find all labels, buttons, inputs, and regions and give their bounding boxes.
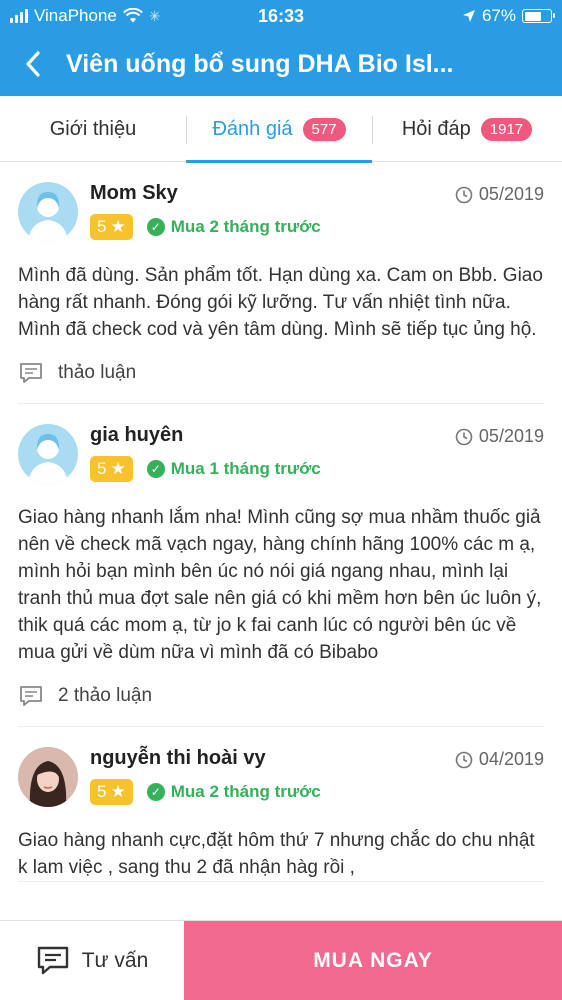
user-silhouette-icon: [28, 434, 68, 484]
review-date: 04/2019: [455, 749, 544, 770]
clock-icon: [455, 751, 473, 768]
reviewer-name: gia huyên: [90, 424, 184, 446]
verified-text: Mua 2 tháng trước: [170, 782, 321, 801]
rating-value: 5: [97, 459, 107, 478]
avatar[interactable]: [18, 424, 78, 484]
tab-bar: Giới thiệu Đánh giá 577 Hỏi đáp 1917: [0, 96, 562, 163]
review-header: nguyễn thi hoài vy 5 ★ ✓ Mua 2 tháng trư…: [18, 747, 544, 813]
buy-now-button[interactable]: MUA NGAY: [184, 921, 562, 1000]
status-left: VinaPhone ✳: [10, 6, 161, 26]
status-right: 67%: [462, 6, 555, 26]
rating-badge: 5 ★: [90, 214, 133, 240]
rating-badge: 5 ★: [90, 779, 133, 805]
comment-icon: [20, 686, 42, 706]
review-header: Mom Sky 5 ★ ✓ Mua 2 tháng trước 05/2019: [18, 182, 544, 248]
check-circle-icon: ✓: [146, 218, 165, 236]
review-text: Mình đã dùng. Sản phẩm tốt. Hạn dùng xa.…: [18, 265, 543, 340]
reviewer-name: nguyễn thi hoài vy: [90, 747, 266, 769]
comment-icon: [20, 363, 42, 383]
chevron-left-icon: [26, 51, 40, 77]
verified-text: Mua 2 tháng trước: [170, 217, 321, 236]
avatar[interactable]: [18, 182, 78, 242]
review-item: Mom Sky 5 ★ ✓ Mua 2 tháng trước 05/2019 …: [18, 162, 544, 404]
review-head-info: gia huyên 5 ★ ✓ Mua 1 tháng trước: [90, 424, 455, 482]
wifi-icon: [122, 8, 143, 23]
loading-spinner-icon: ✳: [148, 7, 161, 24]
tab-label: Hỏi đáp: [401, 117, 471, 140]
review-head-info: nguyễn thi hoài vy 5 ★ ✓ Mua 2 tháng trư…: [90, 747, 455, 805]
review-item: gia huyên 5 ★ ✓ Mua 1 tháng trước 05/201…: [18, 404, 544, 727]
review-head-info: Mom Sky 5 ★ ✓ Mua 2 tháng trước: [90, 182, 455, 240]
consult-label: Tư vấn: [81, 948, 149, 972]
star-icon: ★: [110, 782, 126, 801]
verified-purchase: ✓ Mua 2 tháng trước: [146, 782, 321, 802]
review-meta: 5 ★ ✓ Mua 2 tháng trước: [90, 214, 455, 240]
review-text: Giao hàng nhanh lắm nha! Mình cũng sợ mu…: [18, 507, 542, 663]
tab-label: Giới thiệu: [49, 117, 137, 140]
tab-qa[interactable]: Hỏi đáp 1917: [372, 96, 562, 162]
review-text: Giao hàng nhanh cực,đặt hôm thứ 7 nhưng …: [18, 830, 535, 878]
tab-label: Đánh giá: [212, 117, 293, 140]
star-icon: ★: [110, 217, 126, 236]
buy-label: MUA NGAY: [313, 948, 433, 972]
discussion-button[interactable]: thảo luận: [18, 343, 544, 403]
avatar-photo[interactable]: [18, 747, 78, 807]
status-bar: VinaPhone ✳ 67%: [0, 0, 562, 32]
rating-value: 5: [97, 782, 107, 801]
verified-text: Mua 1 tháng trước: [170, 459, 321, 478]
nav-bar: Viên uống bổ sung DHA Bio Isl...: [0, 32, 562, 96]
app-header: VinaPhone ✳ 67% 16:33 Viên uống bổ sung …: [0, 0, 562, 96]
check-circle-icon: ✓: [146, 783, 165, 801]
location-arrow-icon: [462, 10, 475, 22]
date-text: 05/2019: [478, 426, 544, 446]
page-title: Viên uống bổ sung DHA Bio Isl...: [66, 49, 454, 78]
date-text: 04/2019: [478, 749, 544, 769]
review-meta: 5 ★ ✓ Mua 1 tháng trước: [90, 456, 455, 482]
review-item: nguyễn thi hoài vy 5 ★ ✓ Mua 2 tháng trư…: [18, 727, 544, 882]
user-silhouette-icon: [28, 192, 68, 242]
consult-button[interactable]: Tư vấn: [0, 921, 184, 1000]
battery-fill: [524, 11, 542, 21]
rating-value: 5: [97, 217, 107, 236]
signal-icon: [10, 9, 28, 23]
chat-icon: [37, 946, 68, 974]
tab-reviews[interactable]: Đánh giá 577: [186, 96, 372, 163]
rating-badge: 5 ★: [90, 456, 133, 482]
tab-introduction[interactable]: Giới thiệu: [0, 96, 186, 162]
back-button[interactable]: [0, 32, 66, 96]
verified-purchase: ✓ Mua 2 tháng trước: [146, 217, 321, 237]
reviewer-name: Mom Sky: [90, 182, 178, 204]
check-circle-icon: ✓: [146, 460, 165, 478]
battery-icon: [522, 9, 555, 23]
clock-icon: [455, 428, 473, 445]
review-header: gia huyên 5 ★ ✓ Mua 1 tháng trước 05/201…: [18, 424, 544, 490]
review-list[interactable]: Mom Sky 5 ★ ✓ Mua 2 tháng trước 05/2019 …: [0, 162, 562, 920]
carrier-name: VinaPhone: [34, 6, 117, 25]
review-meta: 5 ★ ✓ Mua 2 tháng trước: [90, 779, 455, 805]
battery-percent: 67%: [481, 6, 516, 25]
reviews-count-badge: 577: [302, 117, 346, 141]
review-date: 05/2019: [455, 426, 544, 447]
clock-icon: [455, 186, 473, 203]
verified-purchase: ✓ Mua 1 tháng trước: [146, 459, 321, 479]
review-date: 05/2019: [455, 184, 544, 205]
date-text: 05/2019: [478, 184, 544, 204]
discussion-button[interactable]: 2 thảo luận: [18, 666, 544, 726]
star-icon: ★: [110, 459, 126, 478]
qa-count-badge: 1917: [480, 117, 533, 141]
discussion-label: thảo luận: [58, 362, 137, 383]
bottom-action-bar: Tư vấn MUA NGAY: [0, 920, 562, 1000]
discussion-label: 2 thảo luận: [58, 685, 153, 706]
user-photo-icon: [18, 747, 78, 807]
